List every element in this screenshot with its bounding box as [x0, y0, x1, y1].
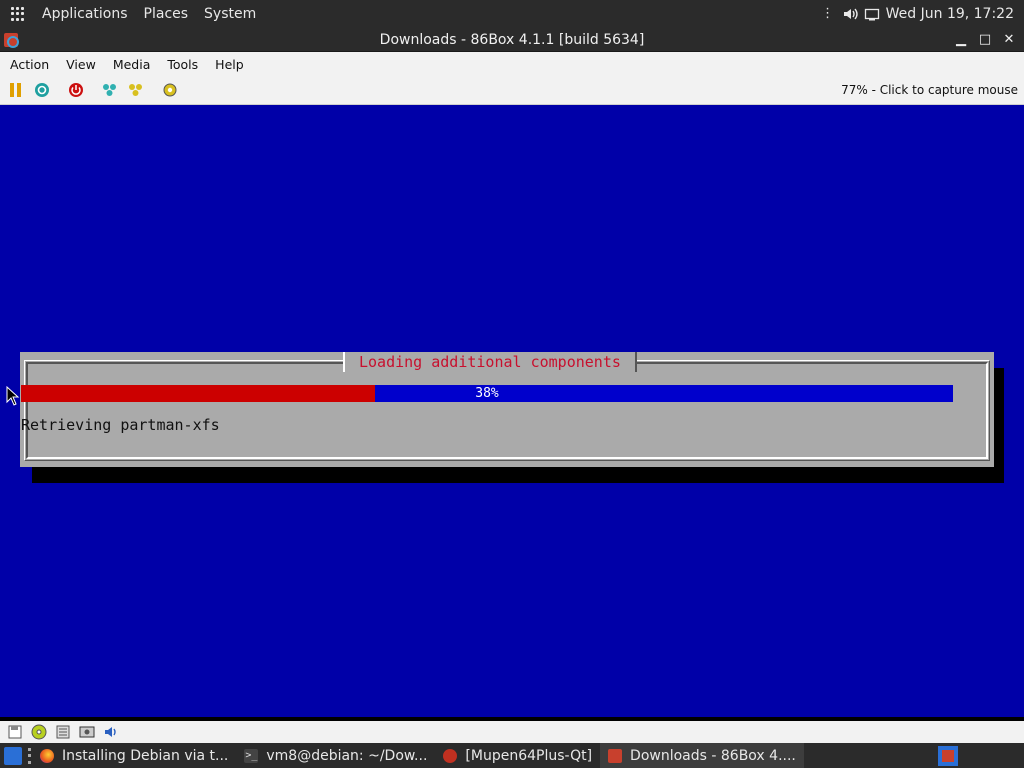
maximize-button[interactable]: □	[976, 31, 994, 49]
menu-tools[interactable]: Tools	[157, 57, 205, 72]
menu-help[interactable]: Help	[205, 57, 251, 72]
capture-mouse-status: 77% - Click to capture mouse	[841, 83, 1018, 97]
window-titlebar[interactable]: Downloads - 86Box 4.1.1 [build 5634] ▁ □…	[0, 28, 1024, 52]
dialog-frame-inner	[24, 360, 990, 461]
clock[interactable]: Wed Jun 19, 17:22	[886, 6, 1014, 22]
cdrom-icon[interactable]	[30, 724, 48, 740]
86box-icon	[608, 748, 623, 763]
show-desktop-icon[interactable]	[4, 746, 22, 765]
machine-statusbar	[0, 717, 1024, 743]
dialog-title-box: Loading additional components	[343, 352, 637, 372]
task-label: Installing Debian via t...	[62, 747, 229, 764]
mouse-cursor-icon	[6, 386, 20, 406]
task-label: [Mupen64Plus-Qt]	[465, 747, 593, 764]
applications-menu[interactable]: Applications	[34, 6, 136, 22]
toolbar: 77% - Click to capture mouse	[0, 76, 1024, 105]
settings-icon[interactable]	[160, 80, 180, 100]
hdd-icon[interactable]	[78, 724, 96, 740]
minimize-button[interactable]: ▁	[952, 31, 970, 49]
task-label: vm8@debian: ~/Dow...	[266, 747, 428, 764]
dialog-title: Loading additional components	[359, 353, 621, 371]
pause-icon[interactable]	[6, 80, 26, 100]
task-firefox[interactable]: Installing Debian via t...	[32, 743, 236, 768]
menu-view[interactable]: View	[56, 57, 103, 72]
menubar: Action View Media Tools Help	[0, 52, 1024, 76]
mupen-icon	[443, 748, 458, 763]
86box-app-icon[interactable]	[4, 32, 19, 48]
window-title: Downloads - 86Box 4.1.1 [build 5634]	[379, 31, 645, 48]
volume-icon[interactable]	[842, 6, 858, 22]
menu-action[interactable]: Action	[0, 57, 56, 72]
task-terminal[interactable]: >_ vm8@debian: ~/Dow...	[236, 743, 435, 768]
more-icon[interactable]: ⋮	[820, 6, 836, 22]
task-label: Downloads - 86Box 4....	[630, 747, 796, 764]
progress-percent-label: 38%	[475, 386, 499, 401]
network-tray-icon[interactable]	[864, 6, 880, 22]
floppy-icon[interactable]	[6, 724, 24, 740]
task-86box[interactable]: Downloads - 86Box 4....	[600, 743, 804, 768]
top-panel: Applications Places System ⋮ Wed Jun 19,…	[0, 0, 1024, 28]
menu-media[interactable]: Media	[103, 57, 158, 72]
emulator-screen[interactable]: Loading additional components 38% Retrie…	[0, 105, 1024, 717]
installer-dialog: Loading additional components	[20, 352, 994, 467]
system-menu[interactable]: System	[196, 6, 264, 22]
sound-icon[interactable]	[102, 724, 120, 740]
task-mupen[interactable]: [Mupen64Plus-Qt]	[435, 743, 600, 768]
86box-tray-icon[interactable]	[938, 745, 958, 766]
apps-grid-icon[interactable]	[11, 7, 25, 21]
firefox-icon	[40, 748, 54, 763]
places-menu[interactable]: Places	[136, 6, 197, 22]
close-button[interactable]: ✕	[1000, 31, 1018, 49]
progress-bar: 38%	[21, 385, 953, 402]
taskbar: Installing Debian via t... >_ vm8@debian…	[0, 743, 1024, 768]
power-icon[interactable]	[66, 80, 86, 100]
network-icon[interactable]	[54, 724, 72, 740]
reset-icon[interactable]	[32, 80, 52, 100]
terminal-icon: >_	[244, 748, 259, 763]
ctrl-alt-del-icon[interactable]	[100, 80, 120, 100]
retrieving-status: Retrieving partman-xfs	[21, 416, 220, 434]
ctrl-alt-esc-icon[interactable]	[126, 80, 146, 100]
